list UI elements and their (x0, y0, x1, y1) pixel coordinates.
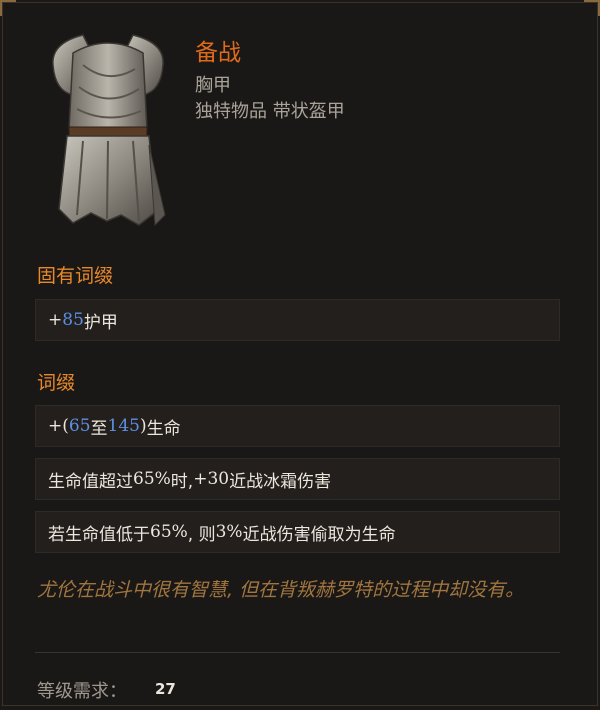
affix-text-c: 近战冰霜伤害 (229, 471, 332, 492)
affix-suffix: ) (139, 416, 147, 436)
affix-value: 85 (62, 310, 84, 330)
item-slot: 胸甲 (195, 75, 231, 96)
affix-prefix: +( (48, 416, 69, 436)
affix-value-a: 65% (150, 522, 188, 542)
affix-title: 词缀 (37, 372, 76, 394)
affix-value-b: +30 (193, 469, 230, 489)
implicit-affix-row: +85 护甲 (35, 299, 560, 341)
affix-row-lifesteal: 若生命值低于 65%, 则 3% 近战伤害偷取为生命 (35, 511, 560, 553)
affix-text-b: , 则 (187, 524, 216, 545)
level-requirement-value: 27 (155, 680, 176, 698)
affix-prefix: + (48, 310, 63, 330)
affix-max-value: 145 (107, 416, 140, 436)
affix-value-a: 65% (133, 469, 171, 489)
item-name: 备战 (195, 40, 241, 66)
affix-text-c: 近战伤害偷取为生命 (242, 524, 396, 545)
flavor-text: 尤伦在战斗中很有智慧, 但在背叛赫罗特的过程中却没有。 (37, 579, 525, 601)
affix-text-a: 生命值超过 (48, 471, 133, 492)
affix-text-a: 若生命值低于 (48, 524, 150, 545)
level-requirement-label: 等级需求： (37, 681, 127, 702)
affix-row-frost: 生命值超过 65% 时, +30 近战冰霜伤害 (35, 458, 560, 500)
item-type: 独特物品 带状盔甲 (195, 101, 345, 122)
affix-row-life: +(65 至 145) 生命 (35, 405, 560, 447)
affix-value-b: 3% (215, 522, 243, 542)
affix-text-b: 时, (170, 471, 194, 492)
corner-ornament-right (584, 0, 600, 16)
divider (35, 652, 560, 653)
corner-ornament-left (0, 0, 16, 16)
affix-text: 生命 (146, 418, 181, 439)
item-tooltip: 备战 胸甲 独特物品 带状盔甲 固有词缀 +85 护甲 词缀 +(65 至 14… (0, 0, 600, 706)
chest-armor-icon (52, 34, 166, 227)
affix-min-value: 65 (68, 416, 91, 436)
affix-range-sep: 至 (90, 418, 108, 439)
affix-text: 护甲 (83, 312, 118, 333)
implicit-affix-title: 固有词缀 (37, 265, 114, 287)
